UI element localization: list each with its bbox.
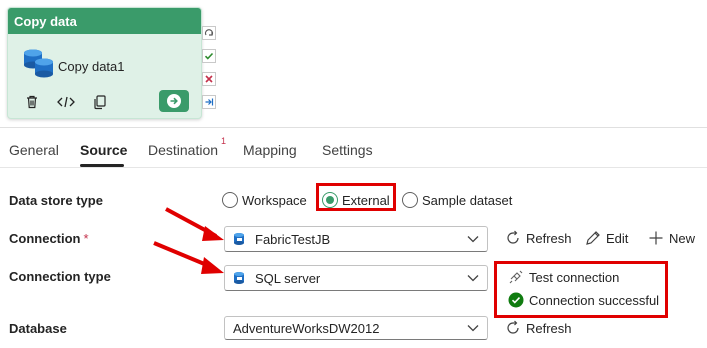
- radio-label: Workspace: [242, 192, 307, 208]
- edit-label: Edit: [606, 230, 629, 246]
- connection-value: FabricTestJB: [255, 231, 331, 247]
- connection-edit-button[interactable]: Edit: [585, 230, 628, 246]
- properties-tabs: General Source Destination Mapping Setti…: [0, 128, 707, 168]
- refresh-icon: [507, 320, 519, 334]
- active-tab-indicator: [80, 164, 124, 167]
- activity-header: Copy data: [8, 8, 201, 34]
- plus-icon: [649, 231, 663, 245]
- completion-port-icon[interactable]: [202, 95, 216, 109]
- tab-mapping[interactable]: Mapping: [243, 142, 297, 158]
- tab-general[interactable]: General: [9, 142, 59, 158]
- database-value: AdventureWorksDW2012: [233, 320, 380, 336]
- connection-refresh-button[interactable]: Refresh: [505, 230, 572, 246]
- connection-type-label: Connection type: [9, 269, 111, 284]
- connection-type-select[interactable]: SQL server: [224, 265, 488, 291]
- activity-name: Copy data1: [58, 59, 125, 74]
- database-refresh-button[interactable]: Refresh: [505, 320, 572, 336]
- connection-label-text: Connection: [9, 231, 81, 246]
- edit-icon: [586, 231, 600, 245]
- destination-warning-badge: 1: [221, 136, 227, 146]
- radio-sample-dataset[interactable]: Sample dataset: [402, 190, 512, 210]
- connection-select[interactable]: FabricTestJB: [224, 226, 488, 252]
- radio-workspace[interactable]: Workspace: [222, 190, 307, 210]
- skip-port-icon[interactable]: [202, 26, 216, 40]
- tab-source[interactable]: Source: [80, 142, 127, 158]
- refresh-label: Refresh: [526, 320, 572, 336]
- connection-type-value: SQL server: [255, 270, 321, 286]
- database-label: Database: [9, 321, 67, 336]
- chevron-down-icon: [467, 275, 479, 282]
- chevron-down-icon: [467, 325, 479, 332]
- new-label: New: [669, 230, 696, 246]
- copy-data-activity-card[interactable]: Copy data Copy data1: [7, 7, 202, 119]
- annotation-arrow-connection-type: [153, 241, 224, 274]
- refresh-label: Refresh: [526, 230, 572, 246]
- code-icon[interactable]: [56, 92, 76, 112]
- test-connection-highlight-box: [494, 261, 668, 318]
- tab-destination[interactable]: Destination: [148, 142, 218, 158]
- external-highlight-box: [316, 183, 396, 211]
- failure-port-icon[interactable]: [202, 72, 216, 86]
- success-port-icon[interactable]: [202, 49, 216, 63]
- database-select[interactable]: AdventureWorksDW2012: [224, 316, 488, 340]
- delete-icon[interactable]: [22, 92, 42, 112]
- sql-server-icon: [234, 272, 244, 284]
- tab-settings[interactable]: Settings: [322, 142, 373, 158]
- refresh-icon: [507, 230, 519, 244]
- copy-icon[interactable]: [90, 92, 110, 112]
- data-store-type-label: Data store type: [9, 193, 103, 208]
- chevron-down-icon: [467, 236, 479, 243]
- required-mark: *: [83, 231, 89, 246]
- arrow-right-icon: [167, 94, 181, 108]
- database-icon: [24, 49, 53, 78]
- open-activity-button[interactable]: [159, 90, 189, 112]
- connection-new-button[interactable]: New: [648, 230, 695, 246]
- radio-label: Sample dataset: [422, 192, 513, 208]
- activity-body: Copy data1: [8, 34, 201, 92]
- sql-database-icon: [234, 233, 244, 245]
- pipeline-canvas: Copy data Copy data1: [0, 0, 707, 127]
- radio-circle: [402, 192, 418, 208]
- activity-actions: [8, 90, 201, 114]
- connection-label: Connection *: [9, 231, 89, 246]
